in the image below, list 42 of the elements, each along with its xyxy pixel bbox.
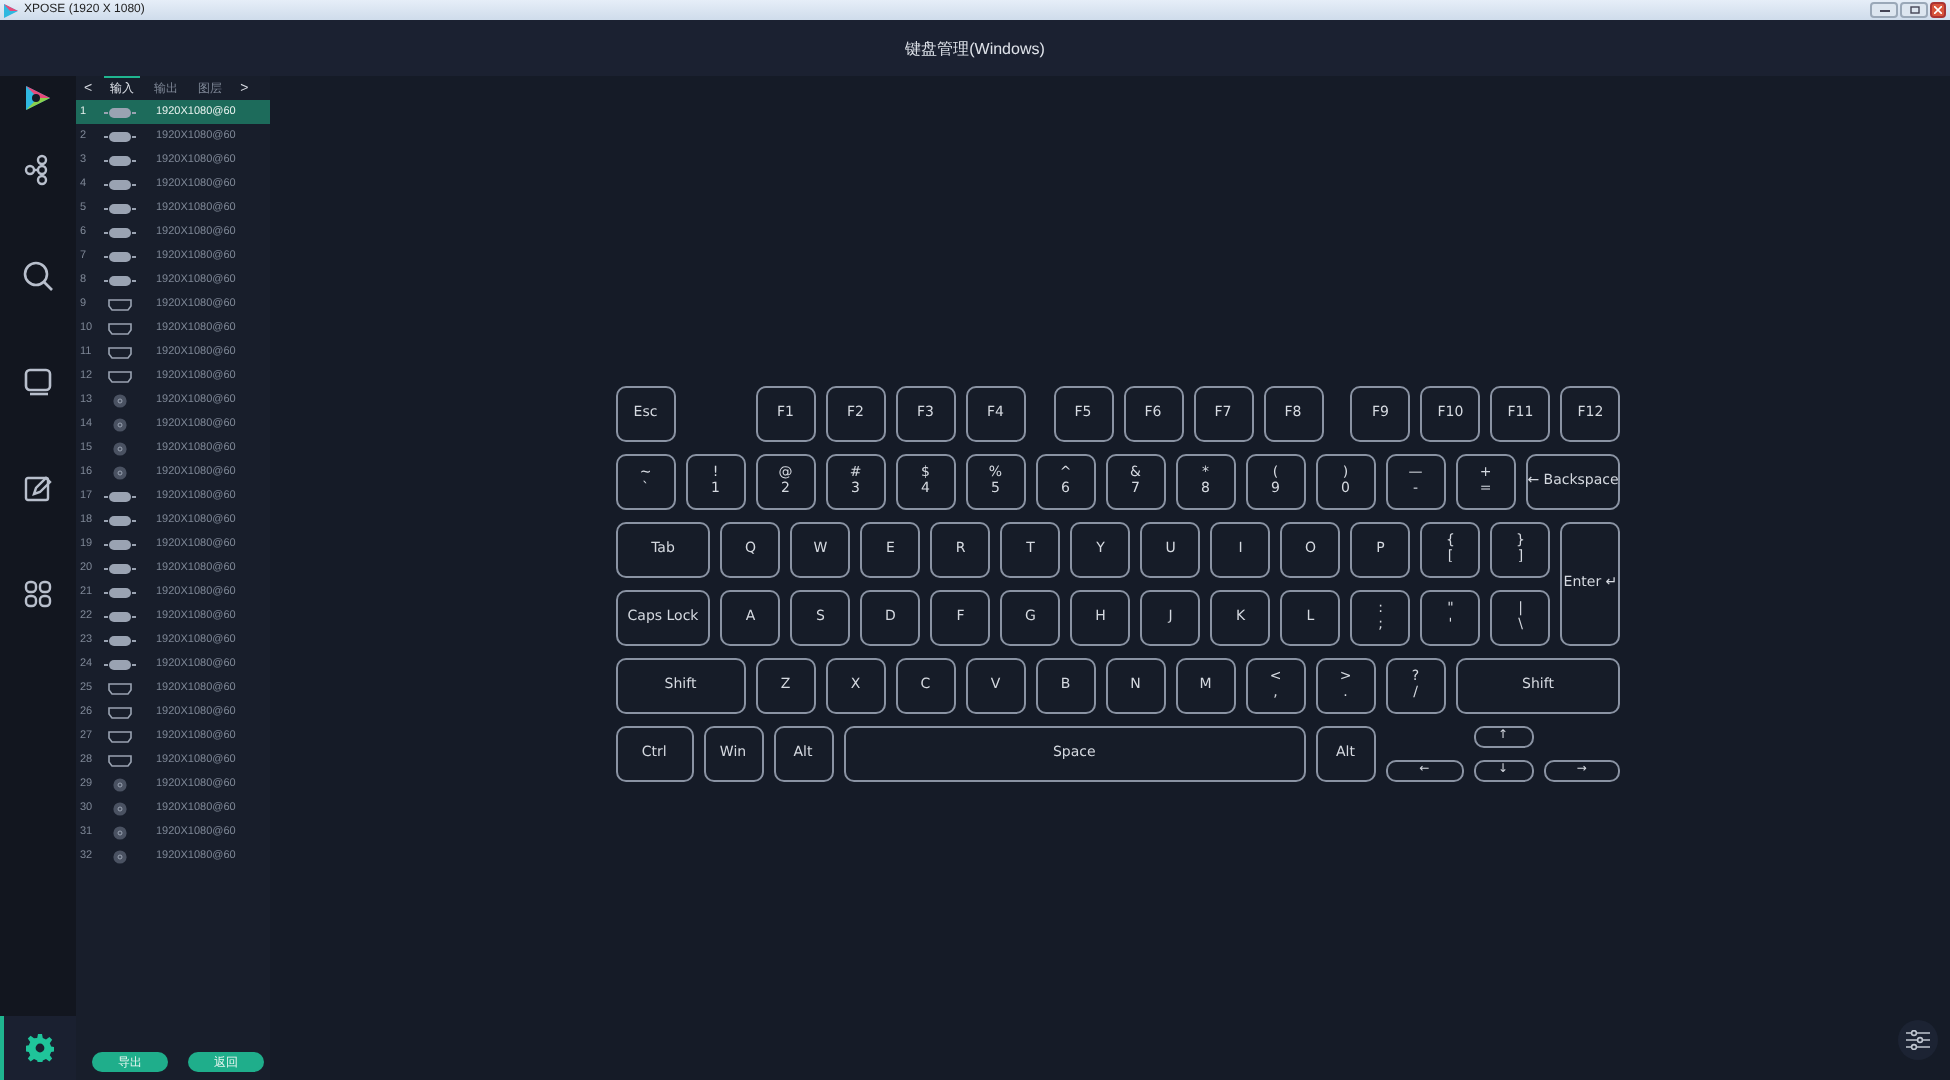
dvi-port-icon bbox=[104, 561, 136, 575]
page-title: 键盘管理(Windows) bbox=[905, 37, 1045, 59]
dvi-port-icon bbox=[104, 201, 136, 215]
hdmi-port-icon bbox=[104, 321, 136, 335]
hdmi-port-icon bbox=[104, 753, 136, 767]
maximize-icon bbox=[1909, 6, 1919, 14]
hdmi-port-icon bbox=[104, 681, 136, 695]
search-icon bbox=[22, 259, 54, 291]
dvi-port-icon bbox=[104, 609, 136, 623]
minimize-icon bbox=[1879, 8, 1889, 12]
dvi-port-icon bbox=[104, 177, 136, 191]
dvi-port-icon bbox=[104, 585, 136, 599]
dvi-port-icon bbox=[104, 489, 136, 503]
close-icon bbox=[1934, 6, 1942, 14]
screen-icon bbox=[24, 367, 52, 395]
dvi-port-icon bbox=[104, 513, 136, 527]
hdmi-port-icon bbox=[104, 705, 136, 719]
hdmi-port-icon bbox=[104, 729, 136, 743]
dvi-port-icon bbox=[104, 129, 136, 143]
adjustments-button[interactable] bbox=[1898, 1020, 1938, 1060]
apps-grid-icon bbox=[24, 579, 52, 607]
hdmi-port-icon bbox=[104, 369, 136, 383]
settings-icon bbox=[26, 1034, 54, 1062]
hdmi-port-icon bbox=[104, 345, 136, 359]
dvi-port-icon bbox=[104, 105, 136, 119]
play-logo-icon bbox=[24, 84, 52, 112]
dvi-port-icon bbox=[104, 273, 136, 287]
close-button[interactable] bbox=[1930, 2, 1946, 18]
dvi-port-icon bbox=[104, 537, 136, 551]
dvi-port-icon bbox=[104, 657, 136, 671]
minimize-button[interactable] bbox=[1870, 2, 1898, 18]
hdmi-port-icon bbox=[104, 297, 136, 311]
sidebar-item[interactable] bbox=[0, 1016, 76, 1080]
dvi-port-icon bbox=[104, 153, 136, 167]
nodes-icon bbox=[24, 153, 52, 185]
dvi-port-icon bbox=[104, 633, 136, 647]
dvi-port-icon bbox=[104, 225, 136, 239]
app-icon bbox=[4, 3, 18, 17]
sliders-icon bbox=[1906, 1030, 1930, 1050]
maximize-button[interactable] bbox=[1900, 2, 1928, 18]
dvi-port-icon bbox=[104, 249, 136, 263]
edit-icon bbox=[24, 473, 52, 501]
